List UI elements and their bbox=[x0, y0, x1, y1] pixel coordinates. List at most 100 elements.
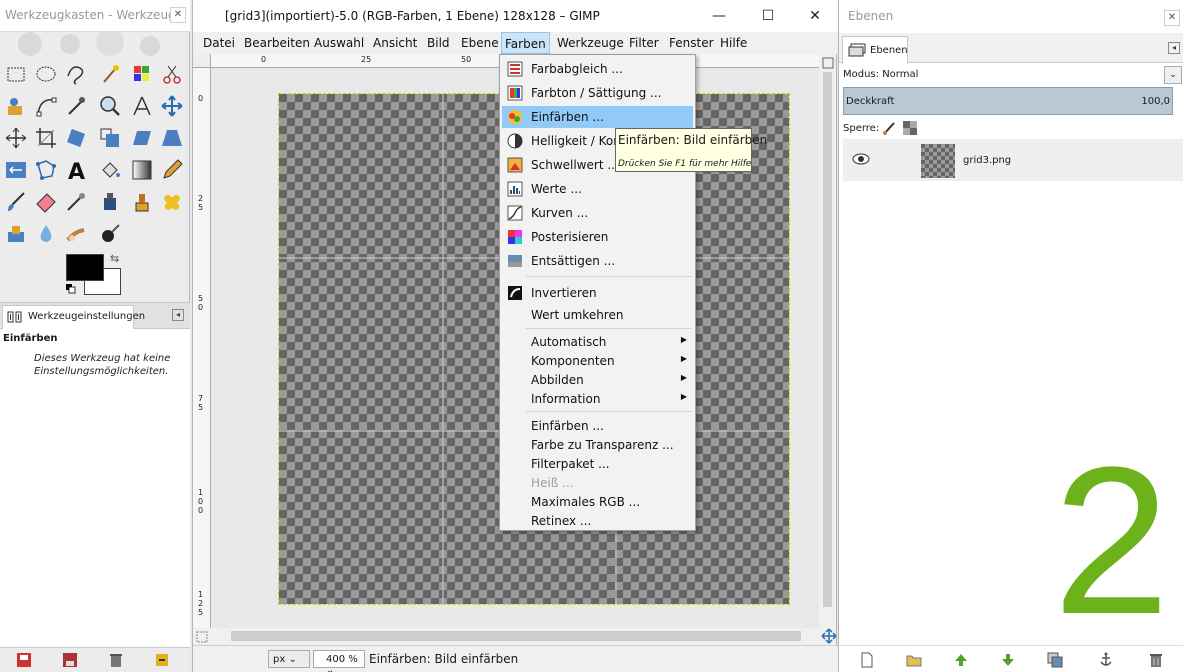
pencil-icon[interactable] bbox=[160, 158, 184, 182]
menu-item-invert[interactable]: Invertieren bbox=[502, 282, 693, 304]
lock-pixels-icon[interactable] bbox=[881, 120, 897, 136]
swap-colors-icon[interactable]: ⇆ bbox=[110, 252, 119, 265]
blur-icon[interactable] bbox=[34, 222, 58, 246]
image-window-titlebar[interactable]: [grid3](importiert)-5.0 (RGB-Farben, 1 E… bbox=[193, 0, 838, 32]
vertical-ruler[interactable]: 0 2 5 5 0 7 5 1 0 0 1 2 5 bbox=[193, 68, 211, 628]
lower-layer-icon[interactable] bbox=[1000, 652, 1016, 668]
shear-icon[interactable] bbox=[130, 126, 154, 150]
paths-icon[interactable] bbox=[34, 94, 58, 118]
dock-menu-arrow-icon[interactable]: ◂ bbox=[172, 309, 184, 321]
rect-select-icon[interactable] bbox=[4, 62, 28, 86]
mode-label[interactable]: Modus: Normal bbox=[843, 69, 918, 80]
menu-werkzeuge[interactable]: Werkzeuge bbox=[557, 36, 624, 50]
free-select-icon[interactable] bbox=[64, 62, 88, 86]
quick-mask-toggle-icon[interactable] bbox=[195, 630, 209, 644]
foreground-color-swatch-top[interactable] bbox=[66, 254, 104, 281]
move-icon[interactable] bbox=[160, 94, 184, 118]
minimize-icon[interactable]: — bbox=[709, 6, 729, 26]
flip-icon[interactable] bbox=[4, 158, 28, 182]
text-tool-icon[interactable]: A bbox=[64, 158, 88, 182]
color-select-icon[interactable] bbox=[130, 62, 154, 86]
zoom-select[interactable]: 400 % ⌄ bbox=[313, 650, 365, 672]
toolbox-titlebar[interactable]: Werkzeugkasten - Werkzeug... ✕ bbox=[0, 0, 190, 32]
delete-layer-icon[interactable] bbox=[1148, 652, 1164, 668]
reset-options-icon[interactable] bbox=[154, 652, 170, 668]
menu-item-curves[interactable]: Kurven ... bbox=[502, 202, 693, 224]
menu-ansicht[interactable]: Ansicht bbox=[373, 36, 417, 50]
scale-icon[interactable] bbox=[98, 126, 122, 150]
reset-colors-icon[interactable] bbox=[66, 284, 76, 294]
perspective-clone-icon[interactable] bbox=[4, 222, 28, 246]
layer-row[interactable]: grid3.png bbox=[843, 139, 1183, 181]
airbrush-icon[interactable] bbox=[64, 190, 88, 214]
anchor-layer-icon[interactable] bbox=[1098, 652, 1114, 668]
tab-tool-options[interactable]: Werkzeugeinstellungen bbox=[2, 305, 145, 329]
menu-item-retinex[interactable]: Retinex ... bbox=[502, 510, 693, 532]
ruler-corner[interactable] bbox=[193, 54, 211, 68]
menu-bearbeiten[interactable]: Bearbeiten bbox=[244, 36, 310, 50]
menu-filter[interactable]: Filter bbox=[629, 36, 659, 50]
menu-item-colorize[interactable]: Einfärben ... bbox=[502, 106, 693, 128]
dodge-burn-icon[interactable] bbox=[98, 222, 122, 246]
horizontal-scroll-thumb[interactable] bbox=[231, 631, 801, 641]
eye-icon[interactable] bbox=[852, 152, 870, 166]
layers-close-icon[interactable]: ✕ bbox=[1164, 10, 1180, 26]
vertical-scrollbar[interactable] bbox=[819, 54, 836, 628]
menu-item-hue-saturation[interactable]: Farbton / Sättigung ... bbox=[502, 82, 693, 104]
menu-item-desaturate[interactable]: Entsättigen ... bbox=[502, 250, 693, 272]
clone-icon[interactable] bbox=[130, 190, 154, 214]
paintbrush-icon[interactable] bbox=[4, 190, 28, 214]
scissors-select-icon[interactable] bbox=[160, 62, 184, 86]
new-layer-group-icon[interactable] bbox=[906, 652, 922, 668]
close-icon[interactable]: ✕ bbox=[805, 6, 825, 26]
toolbox-close-icon[interactable]: ✕ bbox=[170, 7, 186, 23]
menu-datei[interactable]: Datei bbox=[203, 36, 235, 50]
vertical-scroll-thumb[interactable] bbox=[823, 72, 832, 607]
navigate-icon[interactable] bbox=[821, 628, 837, 644]
menu-item-color-balance[interactable]: Farbabgleich ... bbox=[502, 58, 693, 80]
maximize-icon[interactable]: ☐ bbox=[758, 6, 778, 26]
heal-icon[interactable] bbox=[160, 190, 184, 214]
menu-item-posterize[interactable]: Posterisieren bbox=[502, 226, 693, 248]
raise-layer-icon[interactable] bbox=[953, 652, 969, 668]
ellipse-select-icon[interactable] bbox=[34, 62, 58, 86]
delete-options-icon[interactable] bbox=[108, 652, 124, 668]
cage-transform-icon[interactable] bbox=[34, 158, 58, 182]
smudge-icon[interactable] bbox=[64, 222, 88, 246]
tab-layers[interactable]: Ebenen bbox=[842, 36, 908, 64]
layer-thumbnail[interactable] bbox=[921, 144, 955, 178]
layer-name[interactable]: grid3.png bbox=[963, 155, 1011, 166]
horizontal-scrollbar[interactable] bbox=[211, 628, 819, 644]
menu-bild[interactable]: Bild bbox=[427, 36, 450, 50]
eraser-icon[interactable] bbox=[34, 190, 58, 214]
layers-titlebar[interactable]: Ebenen ✕ bbox=[839, 0, 1183, 32]
menu-ebene[interactable]: Ebene bbox=[461, 36, 499, 50]
dock-menu-arrow-icon[interactable]: ◂ bbox=[1168, 42, 1180, 54]
menu-item-value-invert[interactable]: Wert umkehren bbox=[502, 304, 693, 326]
zoom-icon[interactable] bbox=[98, 94, 122, 118]
blend-icon[interactable] bbox=[130, 158, 154, 182]
perspective-icon[interactable] bbox=[160, 126, 184, 150]
menu-fenster[interactable]: Fenster bbox=[669, 36, 714, 50]
foreground-select-icon[interactable] bbox=[4, 94, 28, 118]
measure-icon[interactable] bbox=[130, 94, 154, 118]
save-options-icon[interactable] bbox=[16, 652, 32, 668]
crop-icon[interactable] bbox=[34, 126, 58, 150]
mode-dropdown-chevron-icon[interactable]: ⌄ bbox=[1164, 66, 1182, 84]
menu-item-info-submenu[interactable]: Information ▶ bbox=[502, 388, 693, 410]
align-icon[interactable] bbox=[4, 126, 28, 150]
rotate-icon[interactable] bbox=[64, 126, 88, 150]
new-layer-icon[interactable] bbox=[859, 652, 875, 668]
bucket-fill-icon[interactable] bbox=[98, 158, 122, 182]
unit-select[interactable]: px ⌄ bbox=[268, 650, 310, 668]
ink-icon[interactable] bbox=[98, 190, 122, 214]
restore-options-icon[interactable] bbox=[62, 652, 78, 668]
menu-item-levels[interactable]: Werte ... bbox=[502, 178, 693, 200]
lock-alpha-icon[interactable] bbox=[902, 120, 918, 136]
duplicate-layer-icon[interactable] bbox=[1047, 652, 1063, 668]
color-picker-icon[interactable] bbox=[64, 94, 88, 118]
menu-hilfe[interactable]: Hilfe bbox=[720, 36, 747, 50]
opacity-slider[interactable]: Deckkraft 100,0 bbox=[843, 87, 1173, 115]
quick-mask-icon[interactable] bbox=[821, 56, 835, 70]
menu-auswahl[interactable]: Auswahl bbox=[314, 36, 364, 50]
